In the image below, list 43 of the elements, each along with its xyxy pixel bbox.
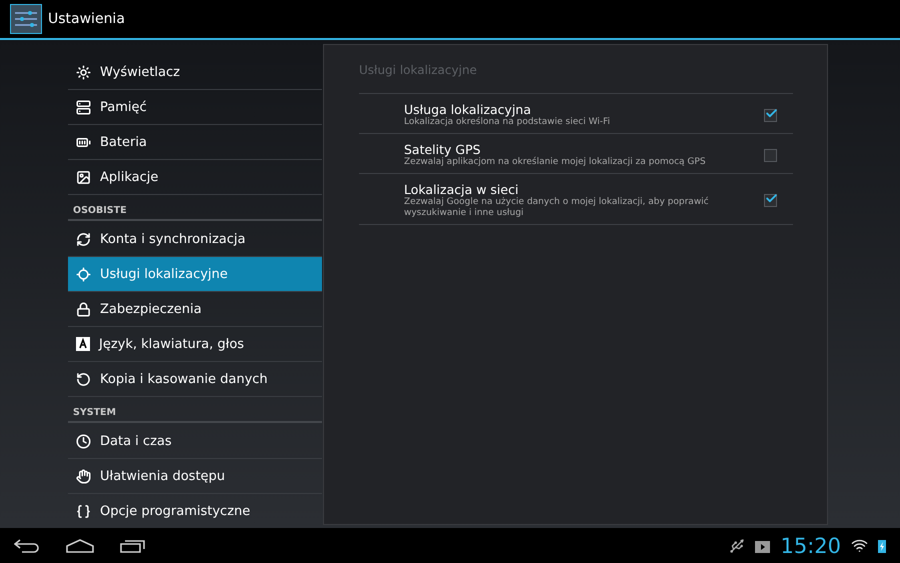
checkbox[interactable] (764, 108, 777, 122)
settings-item[interactable]: Usługi lokalizacyjne (68, 257, 322, 292)
hand-icon (76, 468, 91, 484)
clock-icon (76, 434, 91, 448)
checkbox[interactable] (764, 194, 777, 207)
settings-item[interactable]: Aplikacje (68, 160, 322, 195)
app-title: Ustawienia (48, 11, 125, 27)
settings-item[interactable]: Wyświetlacz (68, 55, 322, 90)
back-icon[interactable] (14, 538, 40, 552)
panel-title: Usługi lokalizacyjne (359, 63, 478, 77)
restore-icon (76, 372, 91, 386)
setting-title: Satelity GPS (404, 142, 482, 157)
store-bag-icon (755, 538, 770, 553)
braces-icon (76, 504, 91, 518)
sun-icon (76, 64, 91, 80)
settings-item[interactable]: Pamięć (68, 90, 322, 125)
clock-time: 15:20 (780, 534, 841, 558)
wifi-icon (851, 537, 868, 554)
settings-item[interactable]: Data i czas (68, 424, 322, 459)
settings-item[interactable]: Zabezpieczenia (68, 292, 322, 327)
lock-icon (76, 302, 91, 316)
settings-item[interactable]: Ułatwienia dostępu (68, 459, 322, 494)
setting-summary: Zezwalaj aplikacjom na określanie mojej lokalizacji za pomocą GPS (404, 157, 707, 168)
usb-icon (729, 538, 746, 554)
settings-app-icon (10, 4, 42, 34)
list-icon (76, 100, 91, 114)
letter-icon (76, 337, 90, 351)
settings-item[interactable]: Bateria (68, 125, 322, 160)
recent-apps-icon[interactable] (120, 538, 146, 552)
setting-summary: Zezwalaj Google na użycie danych o mojej lokalizacji, aby poprawić wyszukiwanie i inne usługi (404, 197, 710, 219)
settings-item[interactable]: Język, klawiatura, głos (68, 327, 322, 362)
battery-charging-icon (878, 538, 886, 552)
location-icon (76, 266, 91, 282)
setting-title: Usługa lokalizacyjna (404, 102, 532, 117)
home-icon[interactable] (66, 538, 94, 552)
section-header: SYSTEM (68, 398, 322, 423)
checkbox[interactable] (764, 148, 777, 162)
section-header: OSOBISTE (68, 196, 322, 221)
sync-icon (76, 232, 91, 246)
picture-icon (76, 170, 91, 184)
setting-title: Lokalizacja w sieci (404, 182, 520, 197)
setting-summary: Lokalizacja określona na podstawie sieci Wi-Fi (404, 117, 612, 128)
settings-item[interactable]: Kopia i kasowanie danych (68, 362, 322, 397)
